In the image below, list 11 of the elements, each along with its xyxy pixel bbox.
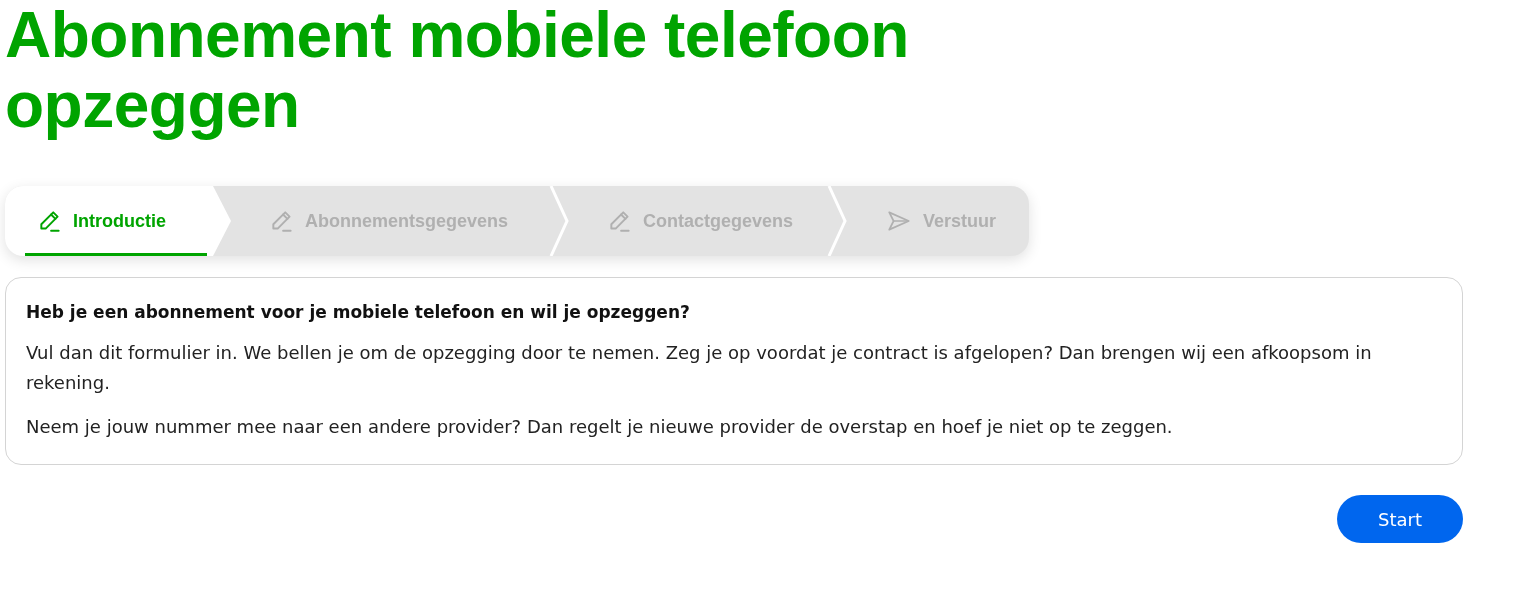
- step-tab[interactable]: Introductie: [5, 186, 231, 256]
- card-paragraph: Neem je jouw nummer mee naar een andere provider? Dan regelt je nieuwe provider de overstap en hoef je niet op te zeggen.: [26, 415, 1174, 439]
- pencil-icon: [37, 208, 63, 234]
- pencil-icon: [269, 208, 295, 234]
- pencil-icon: [607, 208, 633, 234]
- card-paragraph: Vul dan dit formulier in. We bellen je om de opzegging door te nemen. Zeg je op voordat je contract is afgelopen? Dan brengen wij een afkoopsom in rekening.: [26, 341, 1373, 395]
- page-title: Abonnement mobiele telefoon opzeggen: [5, 0, 910, 140]
- chevron-divider: [549, 186, 569, 256]
- card-heading: Heb je een abonnement voor je mobiele telefoon en wil je opzeggen?: [26, 301, 691, 324]
- start-button[interactable]: Start: [1337, 495, 1463, 543]
- chevron-divider: [827, 186, 847, 256]
